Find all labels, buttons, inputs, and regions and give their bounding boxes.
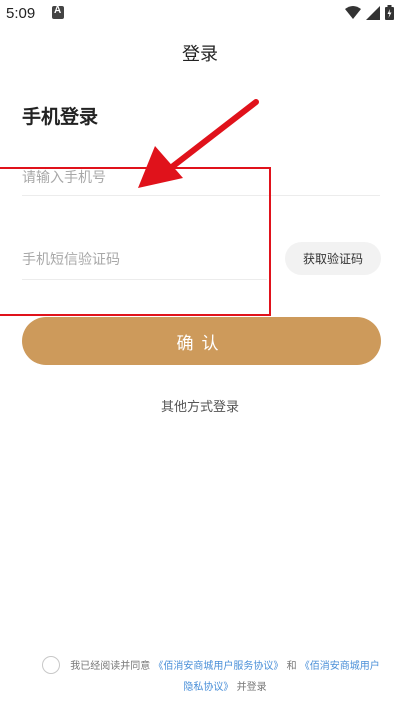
other-login-link[interactable]: 其他方式登录 [0, 396, 400, 415]
notification-a-icon [52, 5, 64, 19]
get-code-button[interactable]: 获取验证码 [285, 242, 381, 275]
battery-icon [385, 5, 394, 20]
page-title: 登录 [182, 44, 218, 65]
agreement-text: 我已经阅读并同意 《佰消安商城用户服务协议》 和 《佰消安商城用户隐私协议》 并… [70, 656, 380, 698]
agreement-suffix: 并登录 [236, 682, 267, 693]
confirm-button[interactable]: 确认 [22, 317, 381, 365]
status-bar: 5:09 [0, 0, 400, 28]
sms-code-input[interactable] [22, 240, 267, 280]
login-heading: 手机登录 [22, 106, 99, 128]
agreement-checkbox[interactable] [42, 656, 60, 674]
agreement-and: 和 [286, 661, 297, 672]
status-icons [345, 5, 394, 20]
agreement-prefix: 我已经阅读并同意 [70, 661, 151, 672]
user-agreement-link[interactable]: 《佰消安商城用户服务协议》 [153, 661, 283, 672]
wifi-icon [345, 5, 361, 19]
signal-icon [366, 5, 380, 20]
status-time: 5:09 [6, 5, 36, 22]
phone-input[interactable] [22, 160, 380, 196]
